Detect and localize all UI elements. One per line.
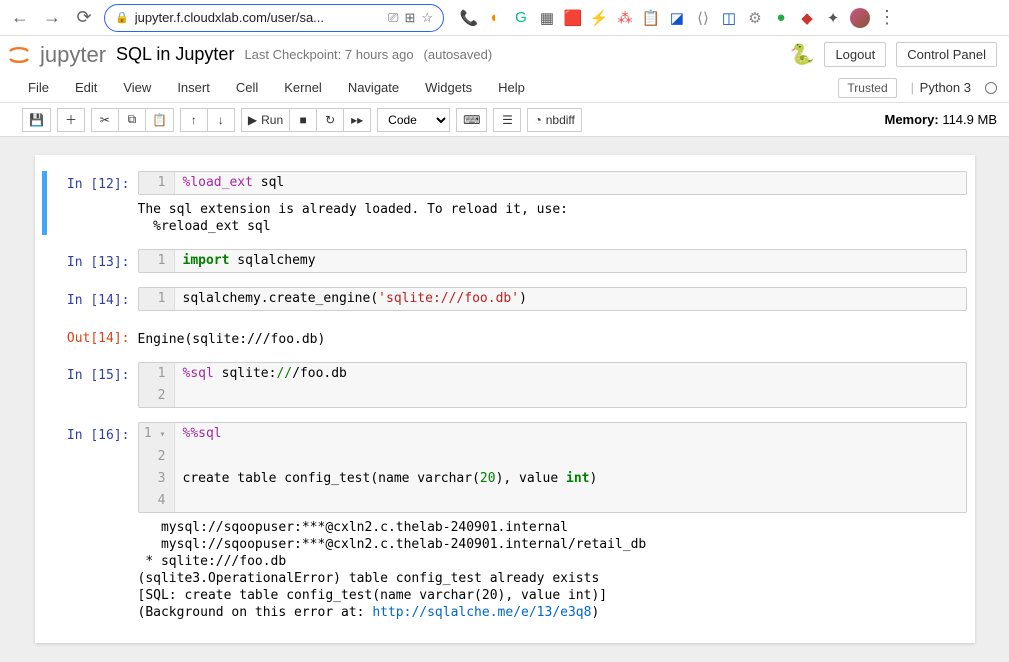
- checkpoint-text: Last Checkpoint: 7 hours ago: [244, 47, 413, 62]
- install-icon[interactable]: ⎚: [388, 10, 398, 26]
- menu-navigate[interactable]: Navigate: [348, 80, 399, 95]
- menu-file[interactable]: File: [28, 80, 49, 95]
- move-up-button[interactable]: ↑: [180, 108, 208, 132]
- ext-icon[interactable]: ⚙: [746, 9, 764, 27]
- url-text: jupyter.f.cloudxlab.com/user/sa...: [135, 10, 382, 25]
- reload-button[interactable]: ⟳: [72, 6, 96, 30]
- ext-icon[interactable]: 📞: [460, 9, 478, 27]
- output-text: mysql://sqoopuser:***@cxln2.c.thelab-240…: [138, 513, 967, 621]
- menu-edit[interactable]: Edit: [75, 80, 97, 95]
- copy-button[interactable]: ⧉: [118, 108, 146, 132]
- kernel-status-icon: [985, 82, 997, 94]
- output-row: mysql://sqoopuser:***@cxln2.c.thelab-240…: [43, 513, 967, 621]
- run-button[interactable]: ▶ Run: [241, 108, 290, 132]
- cell-type-select[interactable]: Code: [377, 108, 450, 132]
- output-text: Engine(sqlite:///foo.db): [138, 325, 967, 348]
- notebook-title[interactable]: SQL in Jupyter: [116, 44, 234, 65]
- restart-button[interactable]: ↻: [316, 108, 344, 132]
- ext-icon[interactable]: 📋: [642, 9, 660, 27]
- code-editor[interactable]: 1%sql sqlite:///foo.db2: [138, 362, 967, 408]
- menu-widgets[interactable]: Widgets: [425, 80, 472, 95]
- ext-icon[interactable]: ◫: [720, 9, 738, 27]
- code-cell[interactable]: In [14]:1sqlalchemy.create_engine('sqlit…: [43, 287, 967, 311]
- insert-cell-button[interactable]: ＋: [57, 108, 85, 132]
- ext-icon[interactable]: 🟥: [564, 9, 582, 27]
- menu-view[interactable]: View: [123, 80, 151, 95]
- kernel-name[interactable]: Python 3: [911, 80, 971, 95]
- address-bar[interactable]: 🔒 jupyter.f.cloudxlab.com/user/sa... ⎚ ⊞…: [104, 4, 444, 32]
- input-prompt: In [15]:: [43, 362, 138, 408]
- command-palette-button[interactable]: ⌨: [456, 108, 487, 132]
- autosaved-text: (autosaved): [424, 47, 493, 62]
- code-cell[interactable]: In [12]:1%load_ext sql: [43, 171, 967, 195]
- input-prompt: In [14]:: [43, 287, 138, 311]
- output-row: The sql extension is already loaded. To …: [43, 195, 967, 235]
- ext-icon[interactable]: ◐: [486, 9, 504, 27]
- control-panel-button[interactable]: Control Panel: [896, 42, 997, 67]
- reader-icon[interactable]: ⊞: [404, 10, 415, 26]
- output-prompt: Out[14]:: [43, 325, 138, 348]
- profile-avatar[interactable]: [850, 8, 870, 28]
- jupyter-header: jupyter SQL in Jupyter Last Checkpoint: …: [0, 36, 1009, 73]
- interrupt-button[interactable]: ■: [289, 108, 317, 132]
- menu-kernel[interactable]: Kernel: [284, 80, 322, 95]
- notebook-sheet: In [12]:1%load_ext sqlThe sql extension …: [35, 155, 975, 643]
- trusted-badge[interactable]: Trusted: [838, 78, 896, 98]
- code-editor[interactable]: 1sqlalchemy.create_engine('sqlite:///foo…: [138, 287, 967, 311]
- paste-button[interactable]: 📋: [145, 108, 174, 132]
- extensions-strip: 📞 ◐ G ▦ 🟥 ⚡ ⁂ 📋 ◪ ⟨⟩ ◫ ⚙ ● ◆ ✦ ⋮: [460, 7, 896, 28]
- menu-bar: File Edit View Insert Cell Kernel Navigate Widg…: [0, 73, 1009, 103]
- jupyter-logo-icon: [6, 42, 32, 68]
- star-icon[interactable]: ☆: [421, 10, 433, 26]
- ext-icon[interactable]: G: [512, 9, 530, 27]
- ext-icon[interactable]: ⚡: [590, 9, 608, 27]
- toolbar: 💾 ＋ ✂ ⧉ 📋 ↑ ↓ ▶ Run ■ ↻ ▸▸ Code ⌨ ☰ ◔ nb…: [0, 103, 1009, 137]
- input-prompt: In [13]:: [43, 249, 138, 273]
- cut-button[interactable]: ✂: [91, 108, 119, 132]
- extensions-icon[interactable]: ✦: [824, 9, 842, 27]
- logout-button[interactable]: Logout: [824, 42, 886, 67]
- notebook-area[interactable]: In [12]:1%load_ext sqlThe sql extension …: [0, 137, 1009, 662]
- move-down-button[interactable]: ↓: [207, 108, 235, 132]
- ext-icon[interactable]: ◪: [668, 9, 686, 27]
- memory-usage: Memory: 114.9 MB: [885, 112, 998, 127]
- save-button[interactable]: 💾: [22, 108, 51, 132]
- output-row: Out[14]:Engine(sqlite:///foo.db): [43, 325, 967, 348]
- ext-icon[interactable]: ◆: [798, 9, 816, 27]
- nbdiff-button[interactable]: ◔ nbdiff: [527, 108, 581, 132]
- back-button[interactable]: ←: [8, 6, 32, 30]
- ext-icon[interactable]: ⁂: [616, 9, 634, 27]
- code-cell[interactable]: In [15]:1%sql sqlite:///foo.db2: [43, 362, 967, 408]
- toc-button[interactable]: ☰: [493, 108, 521, 132]
- restart-run-all-button[interactable]: ▸▸: [343, 108, 371, 132]
- input-prompt: In [16]:: [43, 422, 138, 513]
- browser-menu-icon[interactable]: ⋮: [878, 7, 896, 28]
- jupyter-logo-text: jupyter: [40, 42, 106, 68]
- ext-icon[interactable]: ⟨⟩: [694, 9, 712, 27]
- lock-icon: 🔒: [115, 11, 129, 24]
- menu-cell[interactable]: Cell: [236, 80, 258, 95]
- input-prompt: In [12]:: [43, 171, 138, 195]
- menu-insert[interactable]: Insert: [177, 80, 210, 95]
- output-text: The sql extension is already loaded. To …: [138, 195, 967, 235]
- code-cell[interactable]: In [16]:1 ▾%%sql23create table config_te…: [43, 422, 967, 513]
- browser-toolbar: ← → ⟳ 🔒 jupyter.f.cloudxlab.com/user/sa.…: [0, 0, 1009, 36]
- code-editor[interactable]: 1 ▾%%sql23create table config_test(name …: [138, 422, 967, 513]
- code-cell[interactable]: In [13]:1import sqlalchemy: [43, 249, 967, 273]
- forward-button[interactable]: →: [40, 6, 64, 30]
- ext-icon[interactable]: ●: [772, 9, 790, 27]
- ext-icon[interactable]: ▦: [538, 9, 556, 27]
- code-editor[interactable]: 1import sqlalchemy: [138, 249, 967, 273]
- menu-help[interactable]: Help: [498, 80, 525, 95]
- python-logo-icon: 🐍: [790, 42, 815, 67]
- code-editor[interactable]: 1%load_ext sql: [138, 171, 967, 195]
